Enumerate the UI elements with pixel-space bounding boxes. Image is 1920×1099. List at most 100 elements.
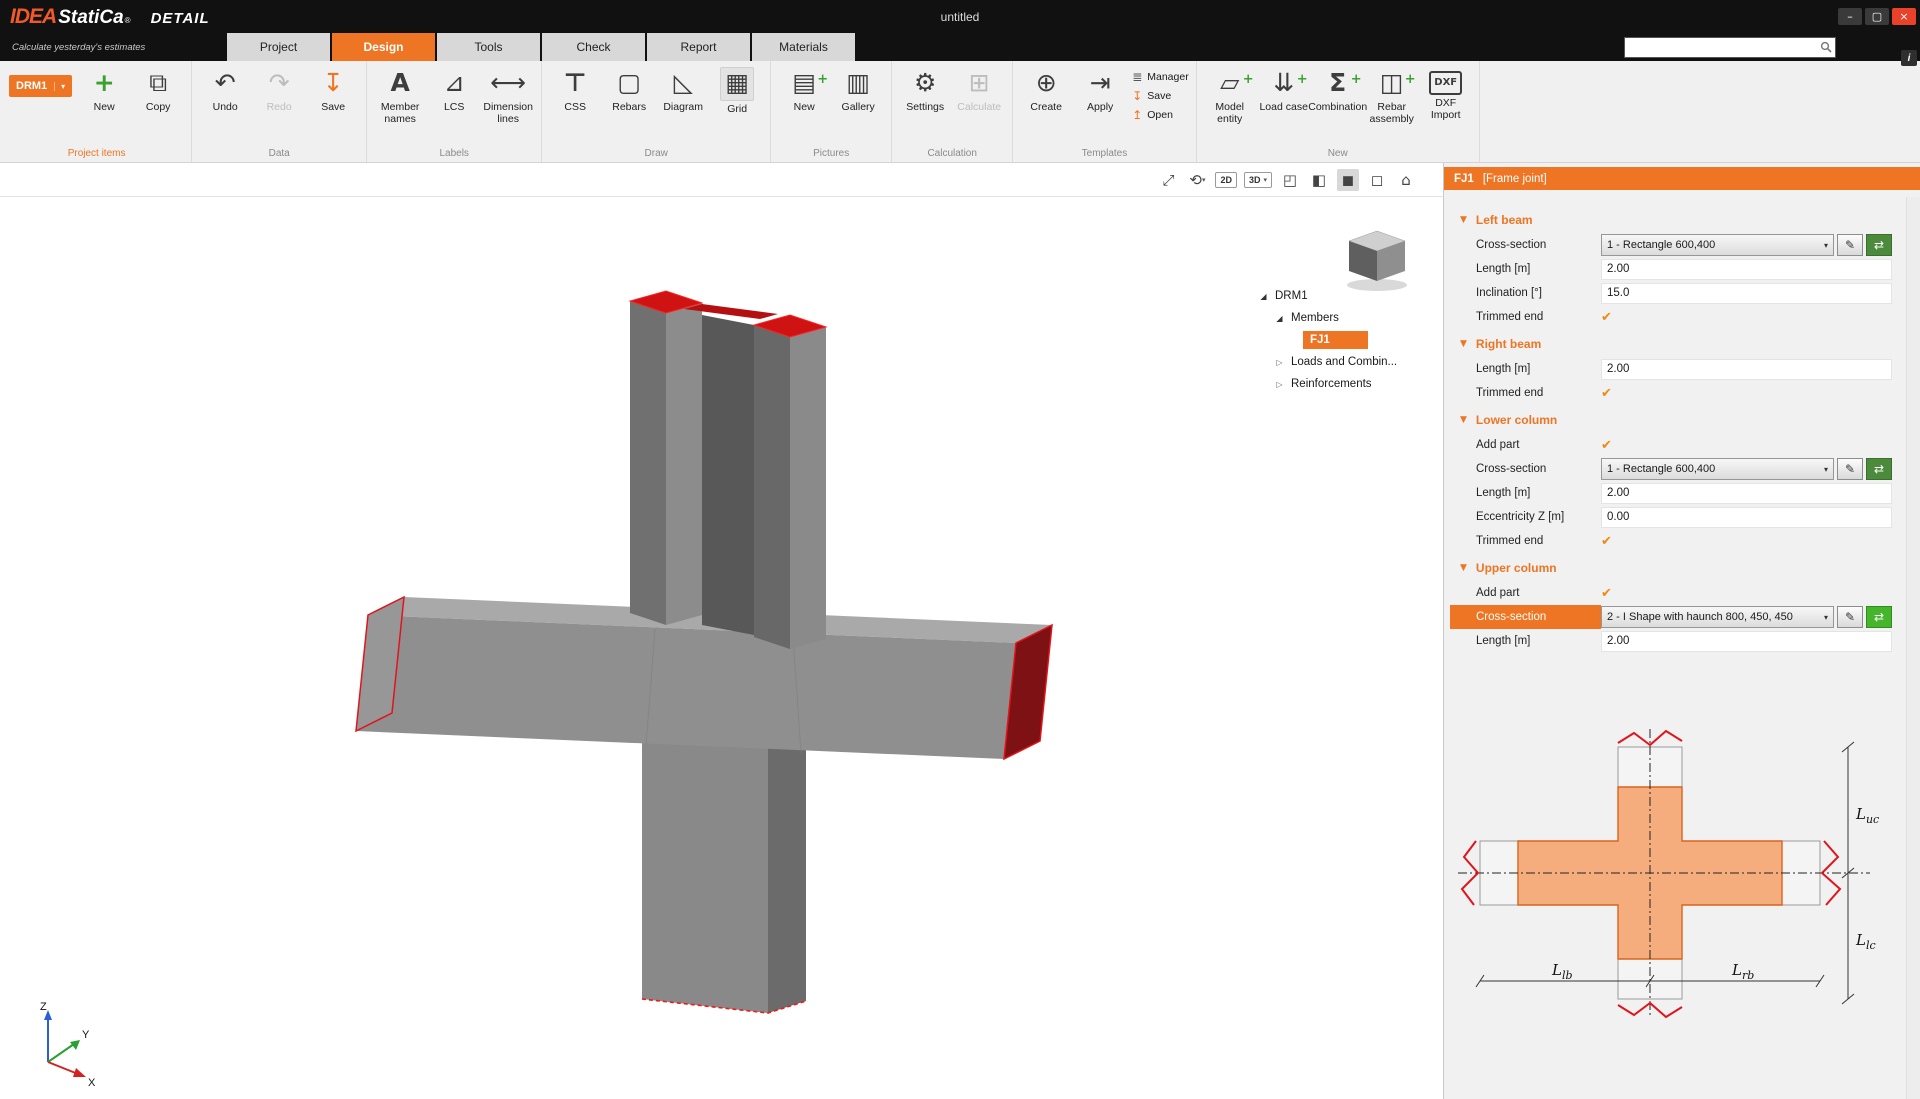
css-button[interactable]: ⊤ CSS <box>549 63 601 113</box>
checkbox-checked-icon[interactable]: ✔ <box>1601 386 1612 401</box>
close-button[interactable]: × <box>1892 8 1916 25</box>
tab-project[interactable]: Project <box>227 33 330 61</box>
tab-materials[interactable]: Materials <box>752 33 855 61</box>
edit-cross-section-button[interactable]: ✎ <box>1837 606 1863 628</box>
lower-column-cross-section-select[interactable]: 1 - Rectangle 600,400 ▾ <box>1601 458 1834 480</box>
copy-project-item-button[interactable]: ⧉ Copy <box>132 63 184 113</box>
member-names-button[interactable]: A Member names <box>374 63 426 125</box>
tree-item-members[interactable]: ◢ Members <box>1256 307 1442 329</box>
navigation-cube[interactable] <box>1331 223 1417 293</box>
checkbox-checked-icon[interactable]: ✔ <box>1601 310 1612 325</box>
isometric-view-icon[interactable]: ◰ <box>1279 169 1301 191</box>
minimize-button[interactable]: – <box>1838 8 1862 25</box>
left-beam-cross-section-select[interactable]: 1 - Rectangle 600,400 ▾ <box>1601 234 1834 256</box>
info-button[interactable]: i <box>1901 50 1917 66</box>
viewport-3d[interactable]: ◢ DRM1 ◢ Members FJ1 ▷ Loads and Combin.… <box>0 197 1444 1099</box>
view-2d-button[interactable]: 2D <box>1215 172 1237 188</box>
ribbon-group-title: Calculation <box>899 146 1005 161</box>
ribbon-group-title: Pictures <box>778 146 884 161</box>
template-open-button[interactable]: ↥ Open <box>1132 108 1189 122</box>
tree-expanded-icon[interactable]: ◢ <box>1272 314 1287 323</box>
collapse-triangle-icon[interactable]: ▼ <box>1460 215 1467 225</box>
upper-column-length-field[interactable]: 2.00 <box>1601 631 1892 652</box>
section-upper-column[interactable]: ▼ Upper column <box>1444 555 1906 581</box>
left-beam-length-field[interactable]: 2.00 <box>1601 259 1892 280</box>
template-apply-button[interactable]: ⇥ Apply <box>1074 63 1126 113</box>
panel-scrollbar-gutter[interactable] <box>1906 197 1920 1099</box>
model-entity-button[interactable]: ▱ Model entity <box>1204 63 1256 125</box>
settings-button[interactable]: ⚙ Settings <box>899 63 951 113</box>
copy-cross-section-button[interactable]: ⇄ <box>1866 606 1892 628</box>
copy-cross-section-button[interactable]: ⇄ <box>1866 234 1892 256</box>
undo-button[interactable]: ↶ Undo <box>199 63 251 113</box>
model-entity-icon: ▱ <box>1214 67 1246 99</box>
tree-collapsed-icon[interactable]: ▷ <box>1272 358 1287 367</box>
dxf-import-button[interactable]: DXF DXF Import <box>1420 63 1472 121</box>
section-left-beam[interactable]: ▼ Left beam <box>1444 207 1906 233</box>
lcs-button[interactable]: ⊿ LCS <box>428 63 480 113</box>
tree-expanded-icon[interactable]: ◢ <box>1256 292 1271 301</box>
grid-button[interactable]: ▦ Grid <box>711 63 763 115</box>
axis-y-label: Y <box>82 1029 90 1041</box>
axis-triad: Z Y X <box>26 998 116 1090</box>
gallery-icon: ▥ <box>842 67 874 99</box>
collapse-triangle-icon[interactable]: ▼ <box>1460 415 1467 425</box>
section-lower-column[interactable]: ▼ Lower column <box>1444 407 1906 433</box>
lower-column-length-field[interactable]: 2.00 <box>1601 483 1892 504</box>
checkbox-checked-icon[interactable]: ✔ <box>1601 534 1612 549</box>
view-3d-button[interactable]: 3D ▾ <box>1244 172 1272 188</box>
shaded-view-icon[interactable]: ◧ <box>1308 169 1330 191</box>
idea-statica-detail-window: IDEA StatiCa ® DETAIL untitled – ▢ × Cal… <box>0 0 1920 1099</box>
load-case-button[interactable]: ⇊ Load case <box>1258 63 1310 113</box>
app-tagline: Calculate yesterday's estimates <box>0 33 227 61</box>
tab-check[interactable]: Check <box>542 33 645 61</box>
maximize-button[interactable]: ▢ <box>1865 8 1889 25</box>
gallery-button[interactable]: ▥ Gallery <box>832 63 884 113</box>
template-create-button[interactable]: ⊕ Create <box>1020 63 1072 113</box>
edit-cross-section-button[interactable]: ✎ <box>1837 234 1863 256</box>
project-item-selector[interactable]: DRM1 ▾ <box>9 75 72 97</box>
rebar-assembly-button[interactable]: ◫ Rebar assembly <box>1366 63 1418 125</box>
frame-joint-3d-model[interactable] <box>0 197 1443 1099</box>
wireframe-view-icon[interactable]: ◻ <box>1366 169 1388 191</box>
dimension-lines-button[interactable]: ⟷ Dimension lines <box>482 63 534 125</box>
diagram-button[interactable]: ◺ Diagram <box>657 63 709 113</box>
orbit-icon[interactable]: ⟲ ▾ <box>1186 169 1208 191</box>
tab-report[interactable]: Report <box>647 33 750 61</box>
copy-cross-section-button[interactable]: ⇄ <box>1866 458 1892 480</box>
tab-tools[interactable]: Tools <box>437 33 540 61</box>
save-button[interactable]: ↧ Save <box>307 63 359 113</box>
template-save-button[interactable]: ↧ Save <box>1132 89 1189 103</box>
section-right-beam[interactable]: ▼ Right beam <box>1444 331 1906 357</box>
tree-item-drm1[interactable]: ◢ DRM1 <box>1256 285 1442 307</box>
chevron-down-icon: ▾ <box>1824 613 1828 622</box>
collapse-triangle-icon[interactable]: ▼ <box>1460 339 1467 349</box>
tree-item-loads-and-combinations[interactable]: ▷ Loads and Combin... <box>1256 351 1442 373</box>
rebars-button[interactable]: ▢ Rebars <box>603 63 655 113</box>
new-picture-button[interactable]: ▤ New <box>778 63 830 113</box>
combination-button[interactable]: Σ Combination <box>1312 63 1364 113</box>
collapse-triangle-icon[interactable]: ▼ <box>1460 563 1467 573</box>
tree-item-fj1[interactable]: FJ1 <box>1256 329 1442 351</box>
upper-column-cross-section-row: Cross-section 2 - I Shape with haunch 80… <box>1444 605 1906 629</box>
right-beam-length-field[interactable]: 2.00 <box>1601 359 1892 380</box>
solid-view-icon[interactable]: ◼ <box>1337 169 1359 191</box>
template-manager-button[interactable]: ≣ Manager <box>1132 70 1189 84</box>
tree-collapsed-icon[interactable]: ▷ <box>1272 380 1287 389</box>
zoom-fit-icon[interactable]: ⤢ <box>1157 169 1179 191</box>
tree-item-reinforcements[interactable]: ▷ Reinforcements <box>1256 373 1442 395</box>
upper-column-cross-section-select[interactable]: 2 - I Shape with haunch 800, 450, 450 ▾ <box>1601 606 1834 628</box>
edit-cross-section-button[interactable]: ✎ <box>1837 458 1863 480</box>
new-project-item-button[interactable]: + New <box>78 63 130 113</box>
search-input[interactable] <box>1625 40 1817 55</box>
checkbox-checked-icon[interactable]: ✔ <box>1601 438 1612 453</box>
dxf-icon: DXF <box>1429 71 1462 95</box>
search-box <box>1624 37 1836 58</box>
checkbox-checked-icon[interactable]: ✔ <box>1601 586 1612 601</box>
left-beam-inclination-field[interactable]: 15.0 <box>1601 283 1892 304</box>
copy-icon: ⧉ <box>142 67 174 99</box>
tab-design[interactable]: Design <box>332 33 435 61</box>
home-view-icon[interactable]: ⌂ <box>1395 169 1417 191</box>
lower-column-eccentricity-field[interactable]: 0.00 <box>1601 507 1892 528</box>
search-icon[interactable] <box>1817 41 1835 53</box>
